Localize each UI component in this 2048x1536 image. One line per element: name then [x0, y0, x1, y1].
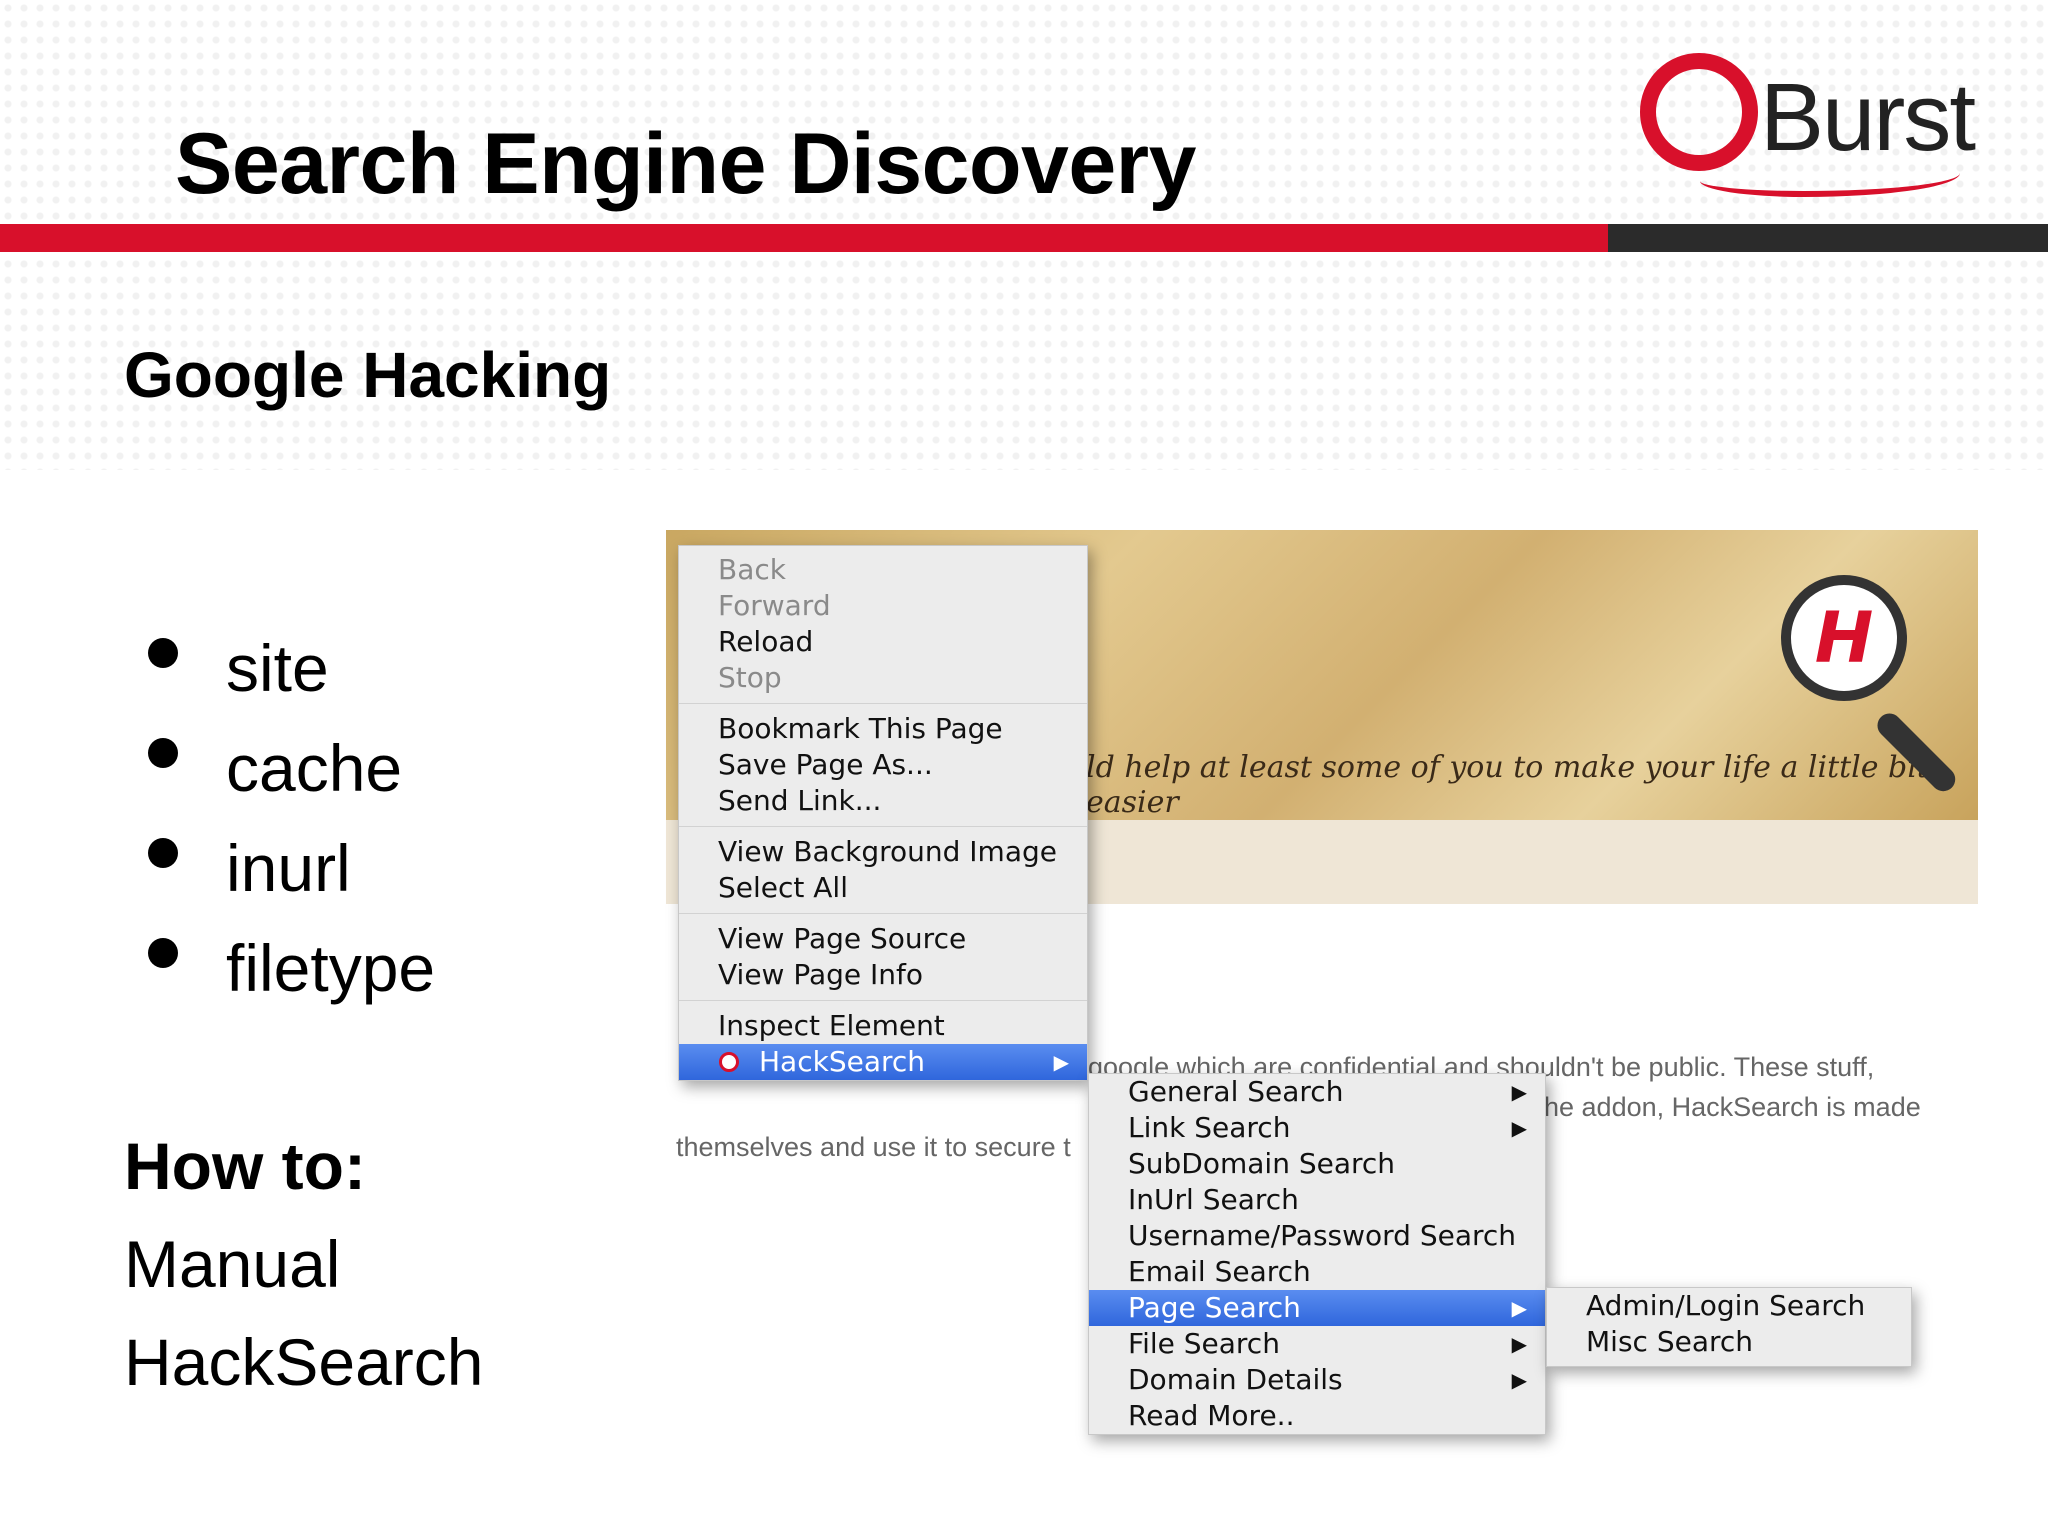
menu-separator	[679, 913, 1087, 914]
menu-item-label: Domain Details	[1128, 1363, 1343, 1396]
logo-text: Burst	[1760, 64, 1976, 171]
submenu-arrow-icon: ▶	[1511, 1368, 1527, 1392]
submenu-arrow-icon: ▶	[1511, 1080, 1527, 1104]
menu-item-view-bg-image[interactable]: View Background Image	[679, 834, 1087, 870]
menu-item-view-page-info[interactable]: View Page Info	[679, 957, 1087, 993]
menu-item-email-search[interactable]: Email Search	[1089, 1254, 1545, 1290]
list-item: filetype	[140, 930, 435, 1030]
browser-context-menu: Back Forward Reload Stop Bookmark This P…	[678, 545, 1088, 1081]
qburst-logo: Burst	[1640, 45, 1990, 205]
menu-item-stop[interactable]: Stop	[679, 660, 1087, 696]
menu-item-domain-details[interactable]: Domain Details ▶	[1089, 1362, 1545, 1398]
menu-item-label: Read More..	[1128, 1399, 1295, 1432]
list-item-text: site	[226, 631, 329, 705]
menu-item-label: Inspect Element	[718, 1009, 945, 1042]
bullet-icon	[148, 638, 178, 668]
magnifier-lens: H	[1781, 575, 1907, 701]
submenu-arrow-icon: ▶	[1511, 1116, 1527, 1140]
list-item-text: cache	[226, 731, 403, 805]
hacksearch-mini-icon	[719, 1052, 739, 1072]
menu-item-label: View Background Image	[718, 835, 1057, 868]
menu-separator	[679, 703, 1087, 704]
page-text-line: he addon, HackSearch is made	[1544, 1092, 1921, 1122]
menu-item-save-page[interactable]: Save Page As...	[679, 747, 1087, 783]
hacksearch-submenu: General Search ▶ Link Search ▶ SubDomain S…	[1088, 1073, 1546, 1435]
menu-separator	[679, 1000, 1087, 1001]
hacksearch-logo-icon: H	[1781, 575, 1971, 797]
page-text-line: themselves and use it to secure t	[676, 1132, 1071, 1162]
list-item: cache	[140, 730, 435, 830]
menu-item-subdomain-search[interactable]: SubDomain Search	[1089, 1146, 1545, 1182]
submenu-arrow-icon: ▶	[1511, 1296, 1527, 1320]
menu-item-send-link[interactable]: Send Link...	[679, 783, 1087, 819]
menu-item-label: Link Search	[1128, 1111, 1291, 1144]
section-heading: Google Hacking	[124, 339, 612, 411]
menu-item-label: Forward	[718, 589, 831, 622]
menu-item-label: InUrl Search	[1128, 1183, 1299, 1216]
menu-item-label: Save Page As...	[718, 748, 933, 781]
bullet-icon	[148, 738, 178, 768]
menu-item-bookmark[interactable]: Bookmark This Page	[679, 711, 1087, 747]
menu-item-label: Send Link...	[718, 784, 882, 817]
menu-item-back[interactable]: Back	[679, 552, 1087, 588]
operator-list: site cache inurl filetype	[140, 630, 435, 1030]
bullet-icon	[148, 838, 178, 868]
submenu-arrow-icon: ▶	[1053, 1050, 1069, 1074]
submenu-arrow-icon: ▶	[1511, 1332, 1527, 1356]
menu-item-label: Stop	[718, 661, 782, 694]
slide-title: Search Engine Discovery	[175, 116, 1196, 212]
menu-item-file-search[interactable]: File Search ▶	[1089, 1326, 1545, 1362]
howto-heading: How to:	[124, 1129, 366, 1203]
menu-item-view-source[interactable]: View Page Source	[679, 921, 1087, 957]
menu-item-inspect[interactable]: Inspect Element	[679, 1008, 1087, 1044]
menu-item-inurl-search[interactable]: InUrl Search	[1089, 1182, 1545, 1218]
menu-item-label: Bookmark This Page	[718, 712, 1003, 745]
menu-item-label: General Search	[1128, 1075, 1344, 1108]
menu-item-label: Misc Search	[1586, 1325, 1754, 1358]
logo-q-ring	[1640, 53, 1758, 171]
menu-item-credentials-search[interactable]: Username/Password Search	[1089, 1218, 1545, 1254]
menu-item-link-search[interactable]: Link Search ▶	[1089, 1110, 1545, 1146]
title-rule-dark	[1608, 224, 2048, 252]
menu-item-label: File Search	[1128, 1327, 1280, 1360]
list-item-text: filetype	[226, 931, 436, 1005]
menu-item-label: Back	[718, 553, 786, 586]
list-item: site	[140, 630, 435, 730]
menu-item-label: Username/Password Search	[1128, 1219, 1517, 1252]
menu-item-label: HackSearch	[759, 1045, 926, 1078]
menu-item-misc-search[interactable]: Misc Search	[1547, 1324, 1911, 1360]
menu-item-label: Admin/Login Search	[1586, 1289, 1866, 1322]
menu-item-forward[interactable]: Forward	[679, 588, 1087, 624]
list-item: inurl	[140, 830, 435, 930]
magnifier-handle	[1872, 708, 1961, 797]
page-search-submenu: Admin/Login Search Misc Search	[1546, 1287, 1912, 1367]
title-rule-red	[0, 224, 1608, 252]
menu-item-read-more[interactable]: Read More..	[1089, 1398, 1545, 1434]
menu-item-select-all[interactable]: Select All	[679, 870, 1087, 906]
list-item-text: inurl	[226, 831, 351, 905]
howto-line: HackSearch	[124, 1325, 484, 1399]
menu-item-hacksearch[interactable]: HackSearch ▶	[679, 1044, 1087, 1080]
menu-item-label: Reload	[718, 625, 814, 658]
howto-block: How to: Manual HackSearch	[124, 1128, 484, 1422]
menu-item-label: View Page Info	[718, 958, 924, 991]
menu-item-label: View Page Source	[718, 922, 967, 955]
menu-item-label: Page Search	[1128, 1291, 1301, 1324]
menu-item-general-search[interactable]: General Search ▶	[1089, 1074, 1545, 1110]
menu-item-admin-login-search[interactable]: Admin/Login Search	[1547, 1288, 1911, 1324]
menu-item-label: Email Search	[1128, 1255, 1311, 1288]
menu-item-reload[interactable]: Reload	[679, 624, 1087, 660]
howto-line: Manual	[124, 1227, 341, 1301]
menu-item-label: SubDomain Search	[1128, 1147, 1396, 1180]
bullet-icon	[148, 938, 178, 968]
menu-item-label: Select All	[718, 871, 848, 904]
menu-item-page-search[interactable]: Page Search ▶	[1089, 1290, 1545, 1326]
menu-separator	[679, 826, 1087, 827]
